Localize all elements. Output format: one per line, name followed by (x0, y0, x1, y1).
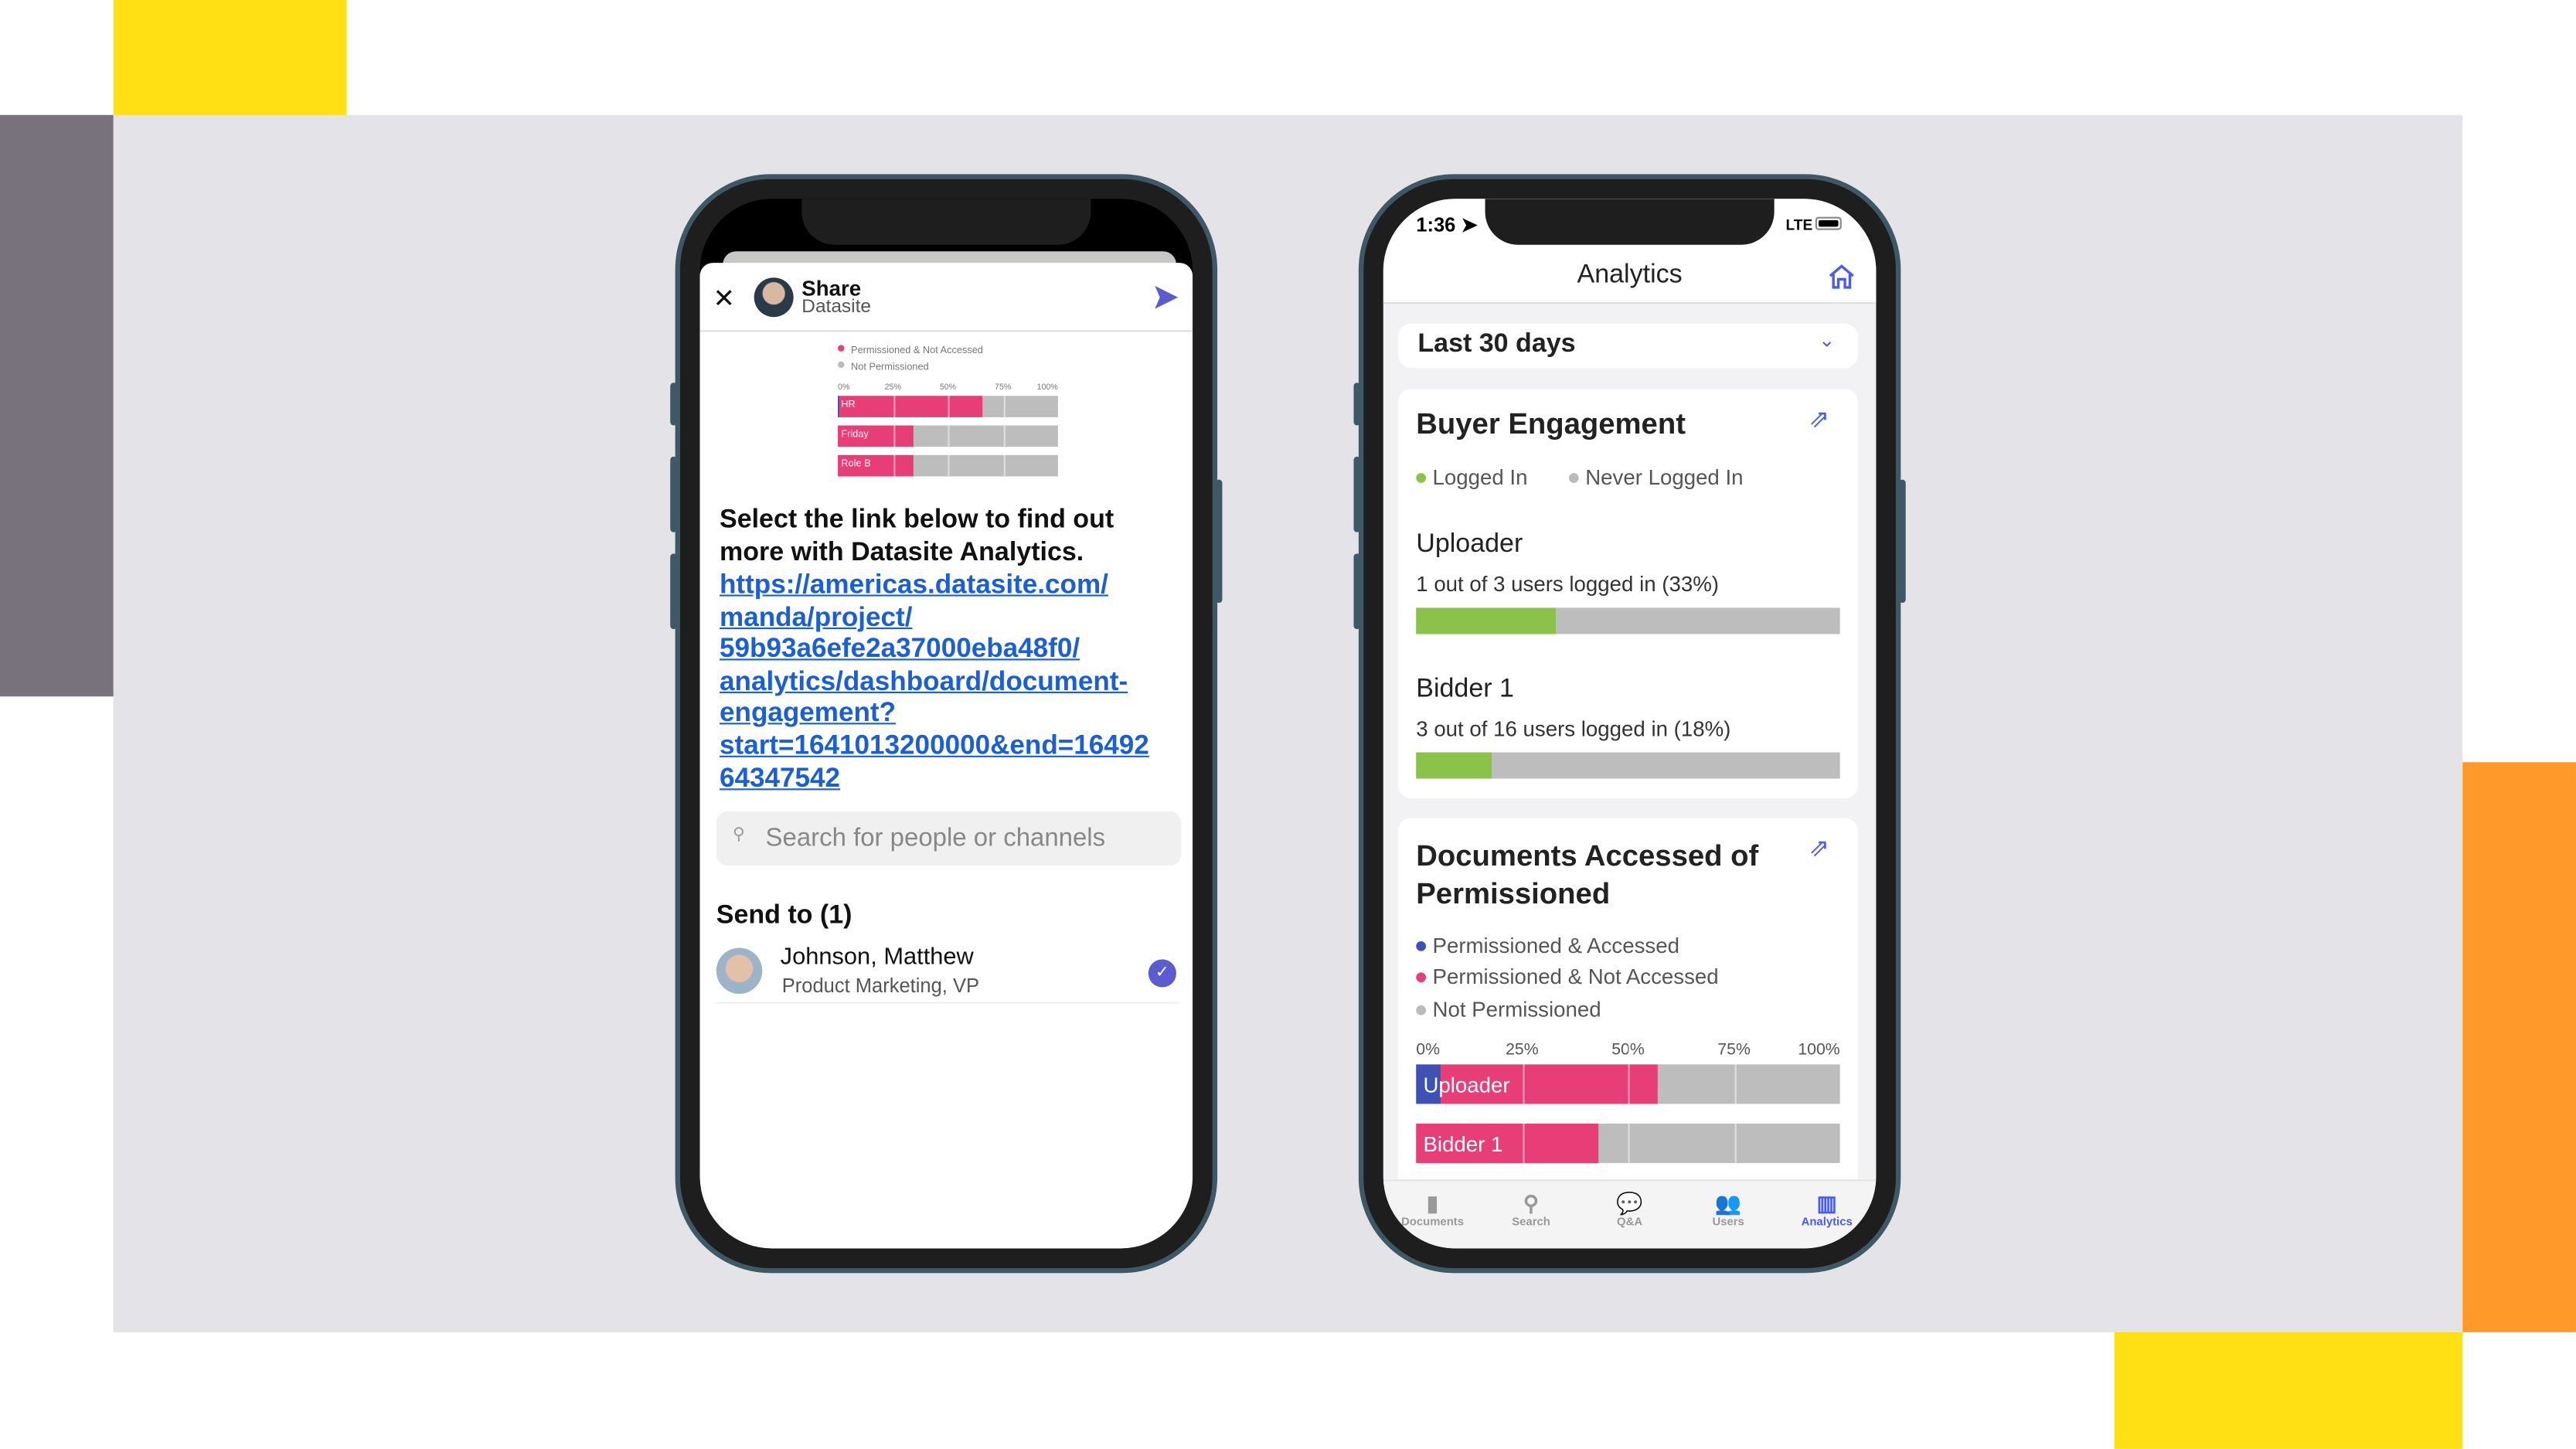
recipient-name: Johnson, Matthew (780, 944, 974, 971)
tab-analytics[interactable]: ▥ Analytics (1778, 1181, 1877, 1229)
gridline (1002, 417, 1005, 447)
battery-icon (1815, 216, 1842, 230)
bar-not-accessed (839, 396, 984, 417)
progress-bar (1416, 607, 1840, 634)
gridline (1002, 447, 1005, 477)
bar-label: Role B (841, 459, 871, 469)
share-icon[interactable]: ⇗ (1809, 833, 1829, 862)
share-subtitle: Datasite (801, 297, 871, 318)
phone-share: ✕ Share Datasite Permissioned & Not Acce… (675, 174, 1218, 1274)
progress-fill (1416, 752, 1492, 779)
group-text: 3 out of 16 users logged in (18%) (1416, 716, 1731, 741)
gridline (1522, 1104, 1524, 1163)
avatar (754, 277, 794, 318)
decor-yellow-bottom (2114, 1332, 2463, 1449)
tab-label: Documents (1401, 1217, 1465, 1229)
analytics-link[interactable]: https://americas.datasite.com/manda/proj… (720, 570, 1193, 796)
legend-item: Logged In (1416, 465, 1527, 489)
tab-search[interactable]: ⚲ Search (1482, 1181, 1581, 1229)
decor-yellow-top (113, 0, 347, 115)
tab-label: Analytics (1801, 1217, 1853, 1229)
legend-item: Permissioned & Not Accessed (1416, 964, 1719, 989)
tab-documents[interactable]: ▮ Documents (1383, 1181, 1482, 1229)
tick-label: 0% (838, 383, 850, 393)
message-text: Select the link below to find out more w… (720, 505, 1114, 567)
status-network: LTE (1785, 216, 1813, 233)
tab-bar: ▮ Documents ⚲ Search 💬 Q&A 👥 Users ▥ Analytics (1383, 1179, 1877, 1249)
phone-analytics: 1:36 ➤ LTE Analytics Last 30 days ⌄ Buye… (1358, 174, 1901, 1274)
notch (801, 199, 1091, 245)
home-icon[interactable] (1829, 264, 1855, 289)
group-name: Uploader (1416, 530, 1523, 559)
legend-item: Permissioned & Not Accessed (838, 345, 983, 356)
panel-background (113, 114, 2463, 1332)
progress-fill (1416, 607, 1557, 634)
tab-qa[interactable]: 💬 Q&A (1581, 1181, 1679, 1229)
search-icon: ⚲ (733, 826, 745, 845)
gridline (948, 447, 950, 477)
status-time: 1:36 ➤ (1416, 213, 1478, 237)
gridline (948, 387, 950, 417)
recipient-avatar (716, 947, 763, 994)
notch (1485, 199, 1775, 245)
date-range-dropdown[interactable]: Last 30 days ⌄ (1397, 323, 1859, 369)
search-icon: ⚲ (1523, 1191, 1540, 1216)
legend-item: Not Permissioned (838, 361, 929, 373)
gridline (893, 447, 895, 477)
tab-label: Q&A (1617, 1217, 1643, 1229)
progress-bar (1416, 752, 1840, 779)
bar-label: Friday (841, 429, 869, 440)
gridline (893, 387, 895, 417)
bar-label: Bidder 1 (1423, 1131, 1503, 1156)
tab-label: Search (1512, 1217, 1550, 1229)
gridline (1002, 387, 1005, 417)
tick-label: 0% (1416, 1041, 1440, 1060)
search-placeholder: Search for people or channels (765, 825, 1106, 853)
documents-icon: ▮ (1426, 1191, 1439, 1216)
gridline (1522, 1044, 1524, 1104)
bar-label: Uploader (1423, 1071, 1510, 1097)
qa-icon: 💬 (1616, 1191, 1643, 1216)
chevron-down-icon: ⌄ (1819, 328, 1836, 352)
documents-card: Documents Accessed of Permissioned ⇗ Per… (1397, 818, 1859, 1213)
location-icon: ➤ (1461, 213, 1478, 237)
recipient-title: Product Marketing, VP (781, 974, 979, 998)
check-icon[interactable]: ✓ (1148, 959, 1176, 988)
tick-label: 100% (1036, 383, 1058, 393)
tab-users[interactable]: 👥 Users (1679, 1181, 1778, 1229)
group-text: 1 out of 3 users logged in (33%) (1416, 571, 1719, 597)
decor-slate-left (0, 114, 114, 697)
share-icon[interactable]: ⇗ (1809, 404, 1829, 434)
legend-item: Not Permissioned (1416, 997, 1601, 1022)
chart-preview: Permissioned & Not Accessed Not Permissi… (838, 345, 1061, 479)
gridline (1734, 1104, 1736, 1163)
bar-label: HR (841, 400, 856, 410)
card-title: Buyer Engagement (1416, 407, 1686, 440)
gridline (1628, 1104, 1630, 1163)
legend-item: Permissioned & Accessed (1416, 933, 1679, 957)
recipient-row[interactable]: Johnson, Matthew Product Marketing, VP ✓ (716, 941, 1180, 1004)
analytics-icon: ▥ (1816, 1191, 1837, 1216)
search-input[interactable]: ⚲ Search for people or channels (716, 811, 1182, 866)
share-header: ✕ Share Datasite (699, 263, 1193, 332)
close-icon[interactable]: ✕ (713, 283, 735, 316)
group-name: Bidder 1 (1416, 675, 1514, 703)
card-title: Documents Accessed of Permissioned (1416, 839, 1759, 910)
buyer-engagement-card: Buyer Engagement ⇗ Logged In Never Logge… (1397, 389, 1859, 799)
page-title: Analytics (1577, 260, 1683, 290)
gridline (1734, 1044, 1736, 1104)
send-icon[interactable] (1153, 284, 1179, 311)
send-to-label: Send to (1) (716, 901, 852, 930)
tab-label: Users (1712, 1217, 1744, 1229)
decor-orange-right (2462, 762, 2576, 1332)
users-icon: 👥 (1714, 1191, 1742, 1216)
gridline (893, 417, 895, 447)
gridline (948, 417, 950, 447)
legend-item: Never Logged In (1568, 465, 1744, 489)
gridline (1628, 1044, 1630, 1104)
tick-label: 100% (1798, 1041, 1840, 1060)
